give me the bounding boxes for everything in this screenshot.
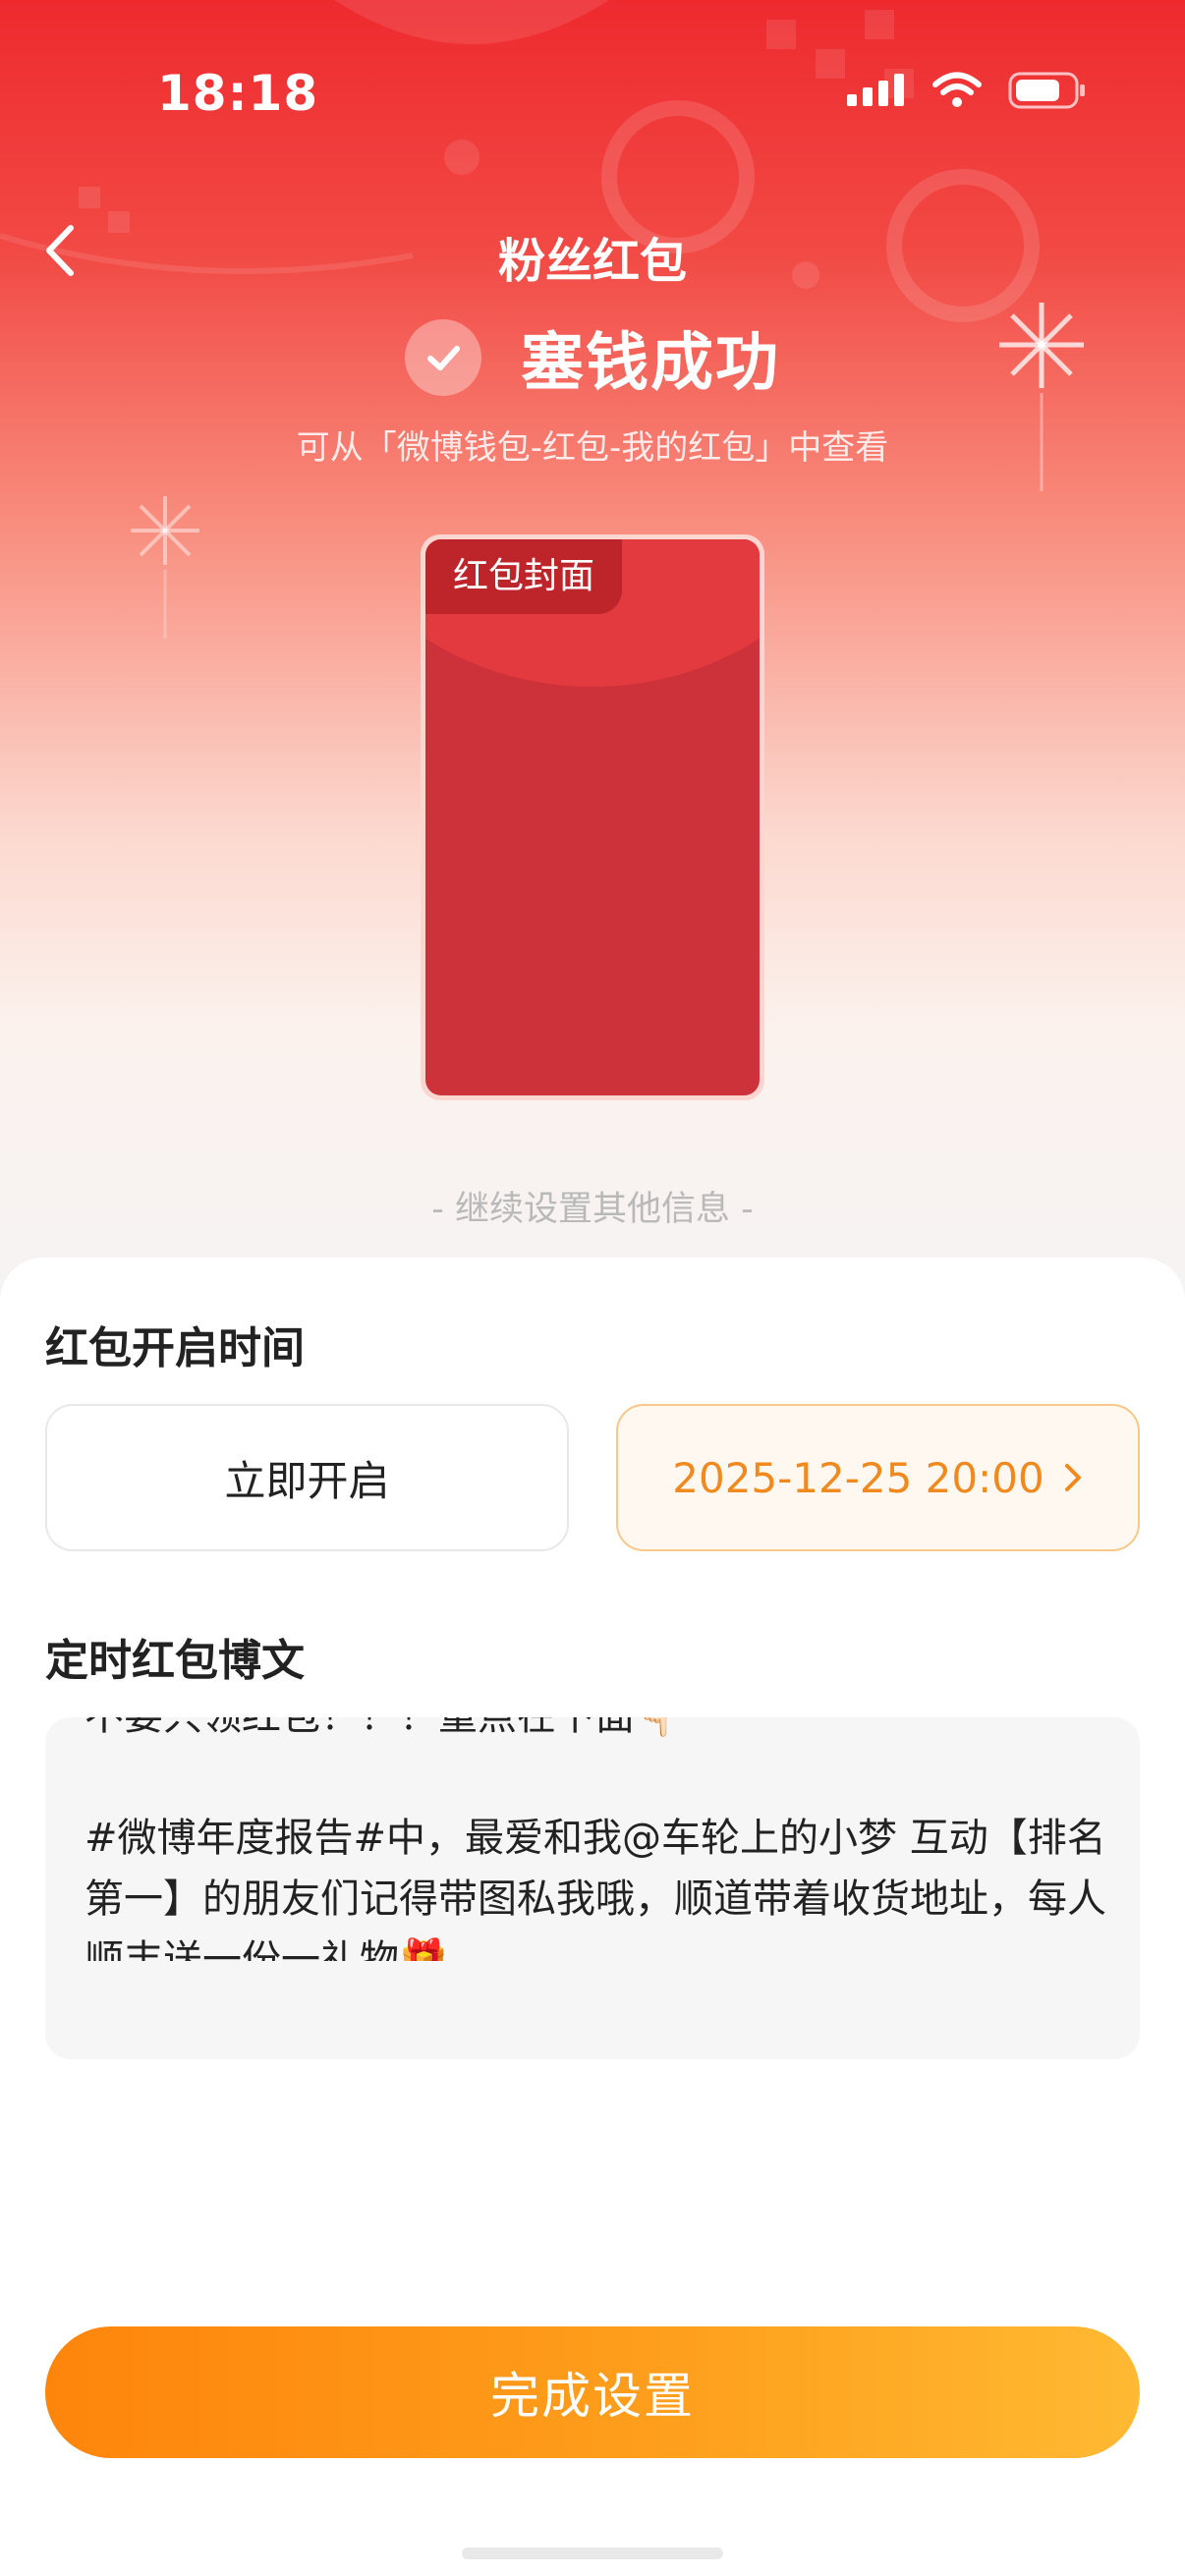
success-header: 塞钱成功 <box>0 312 1185 403</box>
open-time-section-title: 红包开启时间 <box>45 1323 305 1373</box>
continue-setup-hint: - 继续设置其他信息 - <box>431 1190 754 1229</box>
finish-setup-label: 完成设置 <box>490 2368 695 2425</box>
status-time: 18:18 <box>157 65 319 122</box>
red-envelope: 红包封面 <box>425 539 760 1095</box>
red-envelope-cover[interactable]: 红包封面 <box>421 534 764 1100</box>
success-check-badge <box>405 319 481 396</box>
success-subtitle: 可从「微博钱包-红包-我的红包」中查看 <box>296 428 889 468</box>
post-text-viewport: 不要只领红包！！！重点在下面👇🏻 #微博年度报告#中，最爱和我@车轮上的小梦 互… <box>45 1717 1140 1961</box>
home-indicator <box>462 2548 723 2559</box>
status-bar: 18:18 <box>0 0 1185 167</box>
settings-panel: 红包开启时间 立即开启 2025-12-25 20:00 定时红包博文 不要只领… <box>0 1258 1185 2576</box>
finish-setup-button[interactable]: 完成设置 <box>45 2326 1140 2458</box>
open-now-button[interactable]: 立即开启 <box>45 1404 569 1551</box>
signal-icon <box>847 74 904 106</box>
post-section-title: 定时红包博文 <box>45 1636 305 1686</box>
open-now-label: 立即开启 <box>224 1456 390 1505</box>
post-text: 不要只领红包！！！重点在下面👇🏻 #微博年度报告#中，最爱和我@车轮上的小梦 互… <box>85 1717 1106 1961</box>
battery-icon <box>1008 72 1085 109</box>
chevron-right-icon <box>1064 1464 1081 1491</box>
nav-bar: 粉丝红包 <box>0 196 1185 305</box>
success-title: 塞钱成功 <box>521 327 780 400</box>
status-icons <box>845 71 1087 110</box>
scheduled-time-label: 2025-12-25 20:00 <box>672 1453 1044 1502</box>
check-icon <box>427 346 460 370</box>
page-title: 粉丝红包 <box>497 234 687 289</box>
post-text-area[interactable]: 不要只领红包！！！重点在下面👇🏻 #微博年度报告#中，最爱和我@车轮上的小梦 互… <box>45 1717 1140 2059</box>
envelope-cover-tag: 红包封面 <box>425 539 622 614</box>
scheduled-time-button[interactable]: 2025-12-25 20:00 <box>616 1404 1140 1551</box>
wifi-icon <box>932 72 982 107</box>
